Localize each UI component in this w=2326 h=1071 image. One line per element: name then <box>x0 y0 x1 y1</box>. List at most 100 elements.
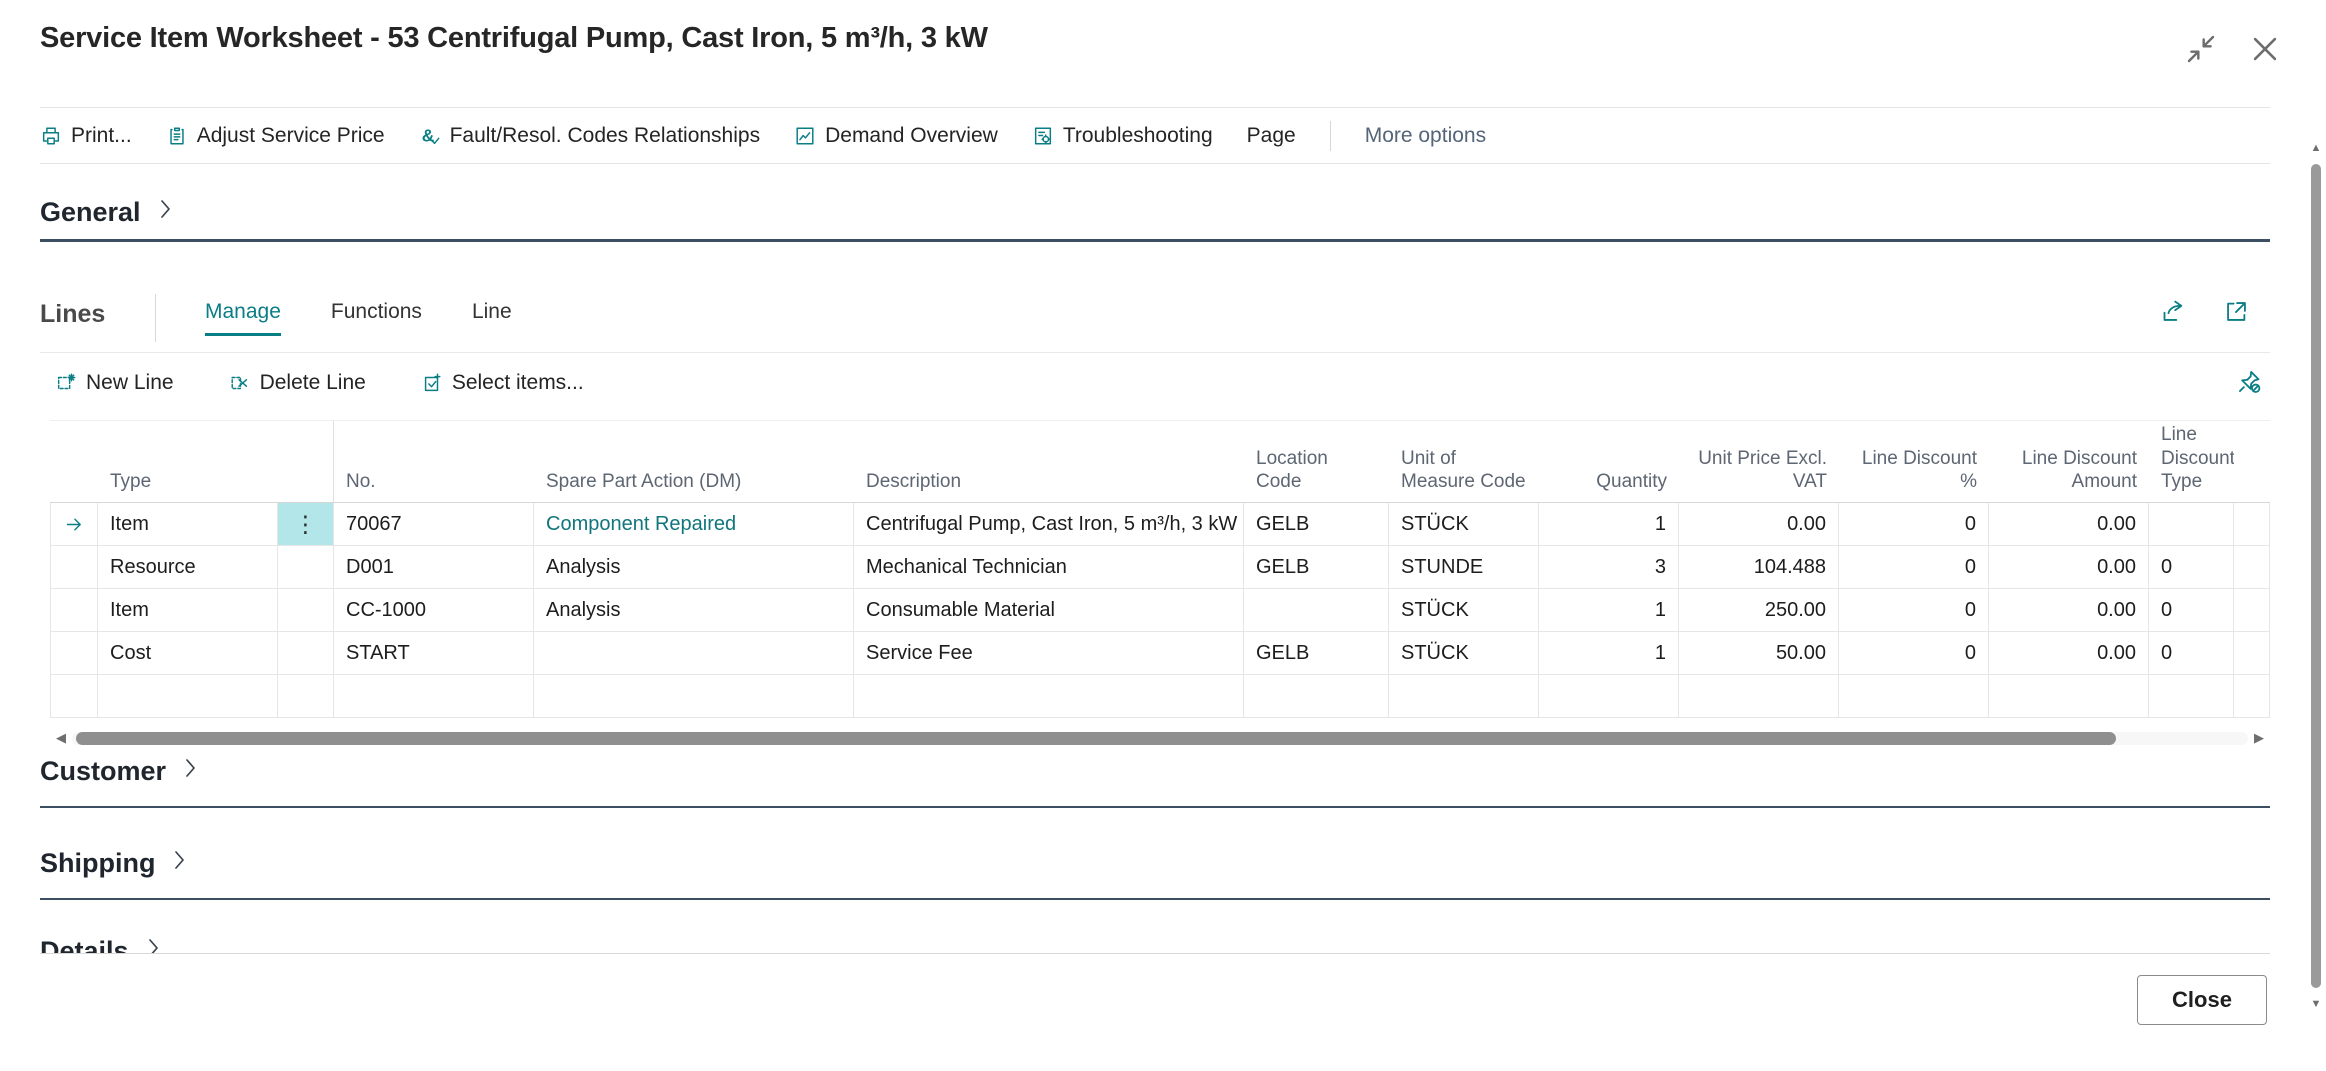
close-window-icon[interactable] <box>2242 26 2288 72</box>
cell-unit-price[interactable]: 104.488 <box>1679 546 1839 588</box>
cell-line-discount-pct[interactable]: 0 <box>1839 632 1989 674</box>
open-in-new-window-icon[interactable] <box>2223 298 2250 325</box>
cell-location-code[interactable]: GELB <box>1244 546 1389 588</box>
cell-line-discount-amount[interactable]: 0.00 <box>1989 589 2149 631</box>
cell-unit-price[interactable] <box>1679 675 1839 717</box>
scroll-up-icon[interactable]: ▲ <box>2308 142 2324 154</box>
cell-spare-part-action[interactable] <box>534 632 854 674</box>
table-row[interactable]: ResourceD001AnalysisMechanical Technicia… <box>50 546 2270 589</box>
cell-no[interactable]: START <box>334 632 534 674</box>
cell-line-discount-type[interactable]: 0 <box>2149 589 2234 631</box>
cell-location-code[interactable] <box>1244 589 1389 631</box>
cell-line-discount-pct[interactable]: 0 <box>1839 546 1989 588</box>
cell-unit-of-measure-code[interactable]: STÜCK <box>1389 503 1539 545</box>
cell-description[interactable]: Centrifugal Pump, Cast Iron, 5 m³/h, 3 k… <box>854 503 1244 545</box>
cell-quantity[interactable]: 1 <box>1539 632 1679 674</box>
cell-type[interactable]: Cost <box>98 632 278 674</box>
column-header-spare-part-action-dm[interactable]: Spare Part Action (DM) <box>534 421 854 502</box>
column-header-line-discount[interactable]: Line Discount % <box>1839 421 1989 502</box>
tab-line[interactable]: Line <box>472 300 512 336</box>
column-header-location-code[interactable]: Location Code <box>1244 421 1389 502</box>
cell-line-discount-type[interactable]: 0 <box>2149 632 2234 674</box>
column-header-description[interactable]: Description <box>854 421 1244 502</box>
cell-unit-of-measure-code[interactable]: STÜCK <box>1389 589 1539 631</box>
vscroll-thumb[interactable] <box>2311 164 2321 988</box>
scroll-down-icon[interactable]: ▼ <box>2308 998 2324 1010</box>
cell-no[interactable] <box>334 675 534 717</box>
column-header-quantity[interactable]: Quantity <box>1539 421 1679 502</box>
cell-no[interactable]: 70067 <box>334 503 534 545</box>
section-details[interactable]: Details <box>40 936 640 953</box>
table-row[interactable]: ItemCC-1000AnalysisConsumable MaterialST… <box>50 589 2270 632</box>
column-header-line-discount-amount[interactable]: Line Discount Amount <box>1989 421 2149 502</box>
column-header-unit-price-excl-vat[interactable]: Unit Price Excl. VAT <box>1679 421 1839 502</box>
horizontal-scrollbar[interactable]: ◀ ▶ <box>50 730 2270 746</box>
select-items-button[interactable]: Select items... <box>421 371 584 395</box>
row-options-icon[interactable]: ⋮ <box>278 503 334 545</box>
column-header-no[interactable]: No. <box>334 421 534 502</box>
table-row[interactable] <box>50 675 2270 718</box>
cell-spare-part-action[interactable]: Component Repaired <box>534 503 854 545</box>
action-demand-overview[interactable]: Demand Overview <box>794 124 998 148</box>
cell-no[interactable]: D001 <box>334 546 534 588</box>
table-row[interactable]: CostSTARTService FeeGELBSTÜCK150.0000.00… <box>50 632 2270 675</box>
section-shipping[interactable]: Shipping <box>40 848 191 879</box>
cell-line-discount-pct[interactable]: 0 <box>1839 503 1989 545</box>
restore-window-icon[interactable] <box>2178 26 2224 72</box>
cell-type[interactable]: Item <box>98 503 278 545</box>
cell-spare-part-action[interactable]: Analysis <box>534 589 854 631</box>
tab-manage[interactable]: Manage <box>205 300 281 336</box>
action-troubleshooting[interactable]: Troubleshooting <box>1032 124 1213 148</box>
action-adjust-service-price[interactable]: Adjust Service Price <box>166 124 385 148</box>
delete-line-button[interactable]: Delete Line <box>229 371 366 395</box>
cell-spare-part-action[interactable]: Analysis <box>534 546 854 588</box>
more-options-button[interactable]: More options <box>1365 124 1486 148</box>
cell-line-discount-amount[interactable] <box>1989 675 2149 717</box>
cell-quantity[interactable]: 1 <box>1539 589 1679 631</box>
tab-functions[interactable]: Functions <box>331 300 422 336</box>
cell-description[interactable] <box>854 675 1244 717</box>
cell-location-code[interactable]: GELB <box>1244 632 1389 674</box>
cell-line-discount-pct[interactable] <box>1839 675 1989 717</box>
new-line-button[interactable]: New Line <box>55 371 174 395</box>
table-row[interactable]: Item⋮70067Component RepairedCentrifugal … <box>50 503 2270 546</box>
column-header-type[interactable]: Type <box>98 421 278 502</box>
cell-line-discount-type[interactable] <box>2149 675 2234 717</box>
cell-unit-price[interactable]: 50.00 <box>1679 632 1839 674</box>
cell-quantity[interactable]: 1 <box>1539 503 1679 545</box>
cell-description[interactable]: Mechanical Technician <box>854 546 1244 588</box>
column-header-line-discount-type[interactable]: Line Discount Type <box>2149 421 2234 502</box>
share-icon[interactable] <box>2160 298 2187 325</box>
cell-line-discount-amount[interactable]: 0.00 <box>1989 503 2149 545</box>
close-button[interactable]: Close <box>2137 975 2267 1025</box>
action-print[interactable]: Print... <box>40 124 132 148</box>
cell-line-discount-pct[interactable]: 0 <box>1839 589 1989 631</box>
cell-quantity[interactable] <box>1539 675 1679 717</box>
cell-unit-price[interactable]: 250.00 <box>1679 589 1839 631</box>
cell-unit-price[interactable]: 0.00 <box>1679 503 1839 545</box>
action-page[interactable]: Page <box>1247 124 1296 148</box>
cell-spare-part-action[interactable] <box>534 675 854 717</box>
vertical-scrollbar[interactable]: ▲ ▼ <box>2308 142 2324 1020</box>
section-general[interactable]: General <box>40 197 177 228</box>
cell-type[interactable]: Item <box>98 589 278 631</box>
cell-type[interactable] <box>98 675 278 717</box>
unpin-icon[interactable] <box>2236 368 2263 395</box>
cell-quantity[interactable]: 3 <box>1539 546 1679 588</box>
column-header-unit-of-measure-code[interactable]: Unit of Measure Code <box>1389 421 1539 502</box>
cell-line-discount-type[interactable] <box>2149 503 2234 545</box>
hscroll-thumb[interactable] <box>76 732 2116 745</box>
cell-no[interactable]: CC-1000 <box>334 589 534 631</box>
cell-unit-of-measure-code[interactable]: STUNDE <box>1389 546 1539 588</box>
cell-line-discount-type[interactable]: 0 <box>2149 546 2234 588</box>
cell-location-code[interactable]: GELB <box>1244 503 1389 545</box>
scroll-left-icon[interactable]: ◀ <box>50 730 72 746</box>
cell-line-discount-amount[interactable]: 0.00 <box>1989 632 2149 674</box>
action-fault-resol-codes-relationships[interactable]: &Fault/Resol. Codes Relationships <box>419 124 761 148</box>
cell-description[interactable]: Service Fee <box>854 632 1244 674</box>
cell-line-discount-amount[interactable]: 0.00 <box>1989 546 2149 588</box>
cell-unit-of-measure-code[interactable]: STÜCK <box>1389 632 1539 674</box>
cell-location-code[interactable] <box>1244 675 1389 717</box>
section-customer[interactable]: Customer <box>40 756 202 787</box>
cell-unit-of-measure-code[interactable] <box>1389 675 1539 717</box>
